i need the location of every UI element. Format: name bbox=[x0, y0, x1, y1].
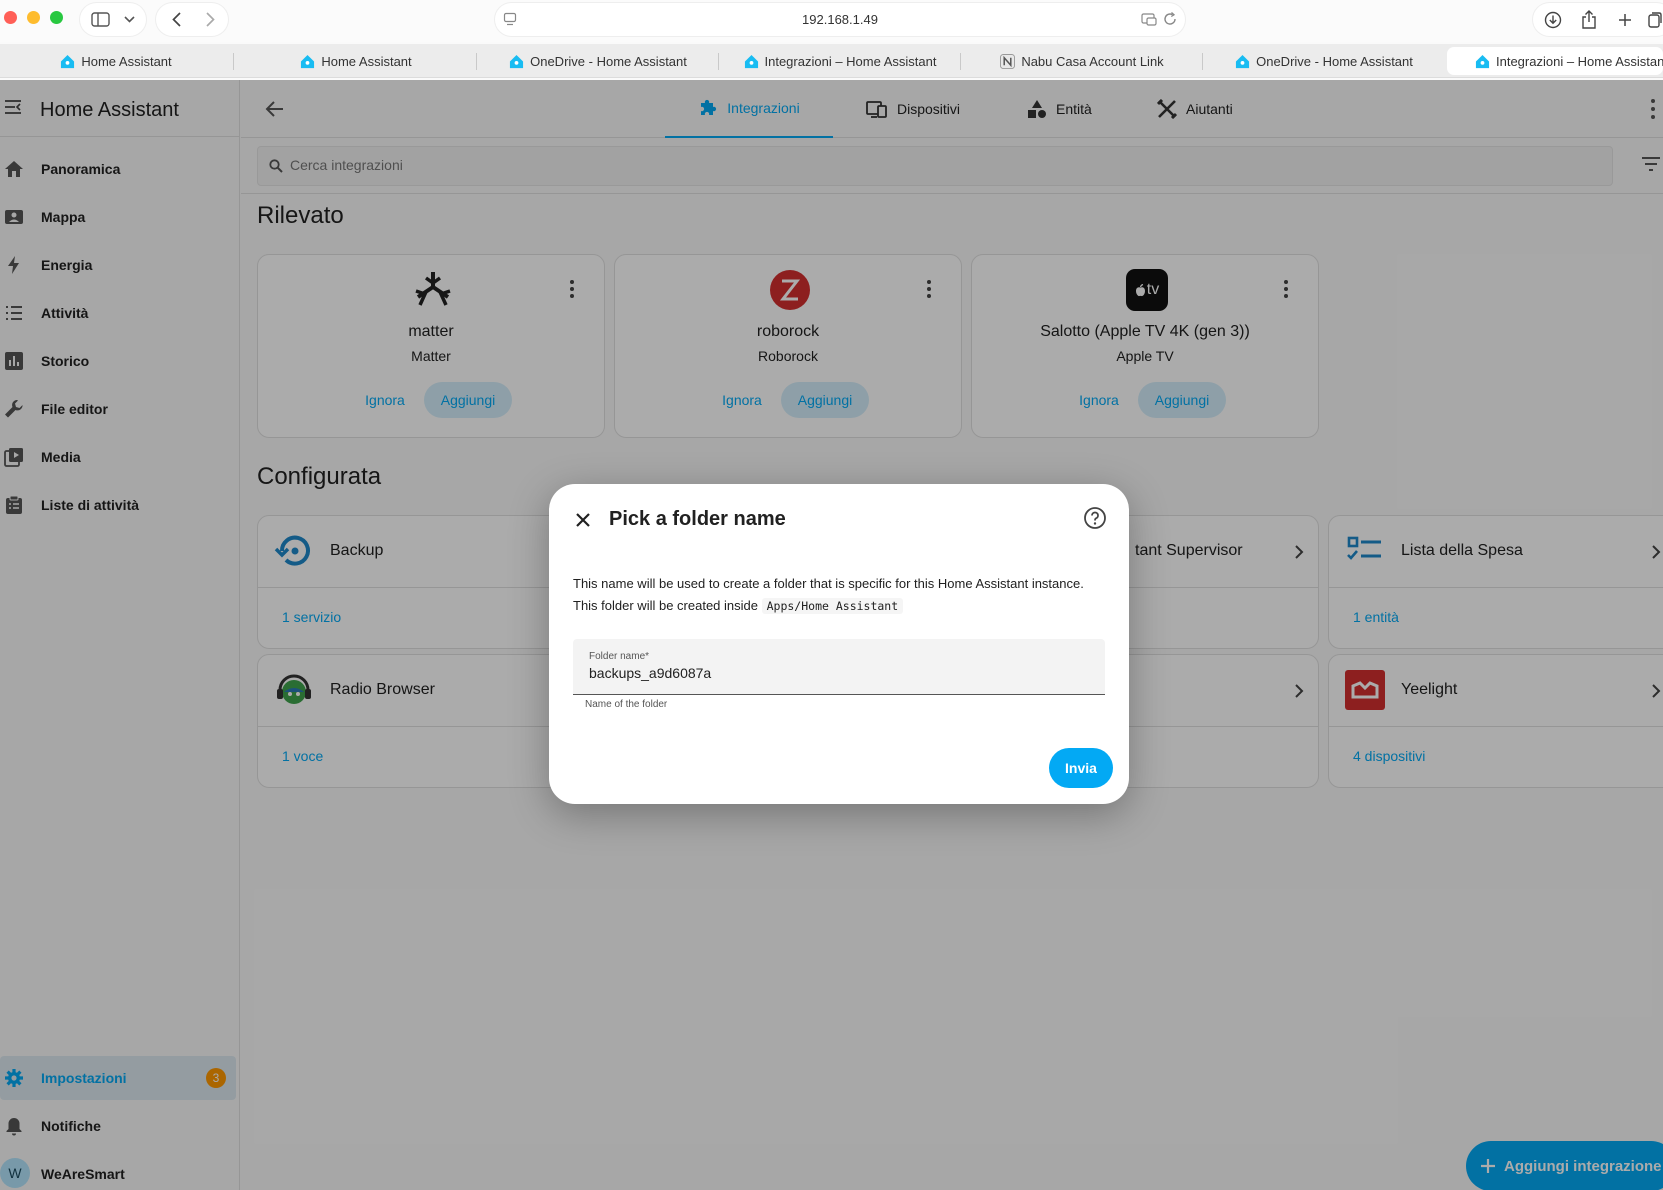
browser-tab-strip: Home Assistant Home Assistant OneDrive -… bbox=[0, 44, 1663, 78]
browser-tab-title: OneDrive - Home Assistant bbox=[530, 53, 687, 69]
sidebar-toggle-group bbox=[80, 3, 146, 36]
browser-tab-title: Integrazioni – Home Assistant bbox=[1496, 53, 1663, 69]
close-window-button[interactable] bbox=[4, 11, 17, 24]
folder-name-input[interactable] bbox=[589, 665, 1089, 681]
browser-tab-title: OneDrive - Home Assistant bbox=[1256, 53, 1413, 69]
browser-tab[interactable]: Home Assistant bbox=[238, 47, 474, 75]
browser-tab-active[interactable]: Integrazioni – Home Assistant bbox=[1447, 47, 1663, 75]
share-icon[interactable] bbox=[1577, 3, 1601, 36]
back-nav-icon[interactable] bbox=[162, 3, 190, 36]
folder-name-label: Folder name* bbox=[589, 651, 650, 662]
home-assistant-favicon-icon bbox=[61, 54, 75, 68]
reload-icon[interactable] bbox=[1163, 12, 1177, 31]
browser-tab[interactable]: Nabu Casa Account Link bbox=[964, 47, 1200, 75]
browser-tab[interactable]: OneDrive - Home Assistant bbox=[480, 47, 716, 75]
url-text: 192.168.1.49 bbox=[802, 12, 878, 27]
home-assistant-favicon-icon bbox=[301, 54, 315, 68]
tab-overview-icon[interactable] bbox=[1645, 3, 1663, 36]
home-assistant-favicon-icon bbox=[1236, 54, 1250, 68]
folder-name-helper: Name of the folder bbox=[585, 699, 668, 710]
tab-separator bbox=[960, 53, 961, 70]
picture-in-picture-icon[interactable] bbox=[1141, 12, 1157, 31]
zoom-window-button[interactable] bbox=[50, 11, 63, 24]
folder-name-field[interactable]: Folder name* bbox=[573, 639, 1105, 695]
dialog-description: This name will be used to create a folde… bbox=[573, 573, 1093, 617]
dialog-title: Pick a folder name bbox=[609, 508, 786, 530]
minimize-window-button[interactable] bbox=[27, 11, 40, 24]
pick-folder-dialog: Pick a folder name This name will be use… bbox=[549, 484, 1129, 804]
new-tab-icon[interactable] bbox=[1613, 3, 1637, 36]
home-assistant-favicon-icon bbox=[510, 54, 524, 68]
submit-button[interactable]: Invia bbox=[1049, 748, 1113, 788]
browser-actions-group bbox=[1533, 3, 1663, 36]
tab-separator bbox=[1202, 53, 1203, 70]
address-bar[interactable]: 192.168.1.49 bbox=[495, 3, 1185, 36]
browser-toolbar: 192.168.1.49 bbox=[0, 0, 1663, 42]
home-assistant-favicon-icon bbox=[744, 54, 758, 68]
forward-nav-icon[interactable] bbox=[196, 3, 224, 36]
download-icon[interactable] bbox=[1541, 3, 1565, 36]
help-icon[interactable] bbox=[1083, 506, 1107, 530]
browser-tab[interactable]: Integrazioni – Home Assistant bbox=[722, 47, 958, 75]
history-nav-group bbox=[156, 3, 228, 36]
tab-separator bbox=[233, 53, 234, 70]
close-icon[interactable] bbox=[571, 508, 595, 532]
browser-tab-title: Home Assistant bbox=[81, 53, 172, 69]
folder-path: Apps/Home Assistant bbox=[761, 598, 904, 614]
browser-tab[interactable]: Home Assistant bbox=[4, 47, 228, 75]
sidebar-toggle-icon[interactable] bbox=[88, 3, 112, 36]
browser-tab[interactable]: OneDrive - Home Assistant bbox=[1206, 47, 1442, 75]
chevron-down-icon[interactable] bbox=[118, 3, 140, 36]
tab-separator bbox=[718, 53, 719, 70]
tab-separator bbox=[476, 53, 477, 70]
browser-tab-title: Integrazioni – Home Assistant bbox=[764, 53, 937, 69]
home-assistant-favicon-icon bbox=[1475, 54, 1490, 68]
nabu-casa-favicon-icon bbox=[1000, 53, 1016, 69]
browser-tab-title: Home Assistant bbox=[321, 53, 412, 69]
browser-tab-title: Nabu Casa Account Link bbox=[1021, 53, 1164, 69]
